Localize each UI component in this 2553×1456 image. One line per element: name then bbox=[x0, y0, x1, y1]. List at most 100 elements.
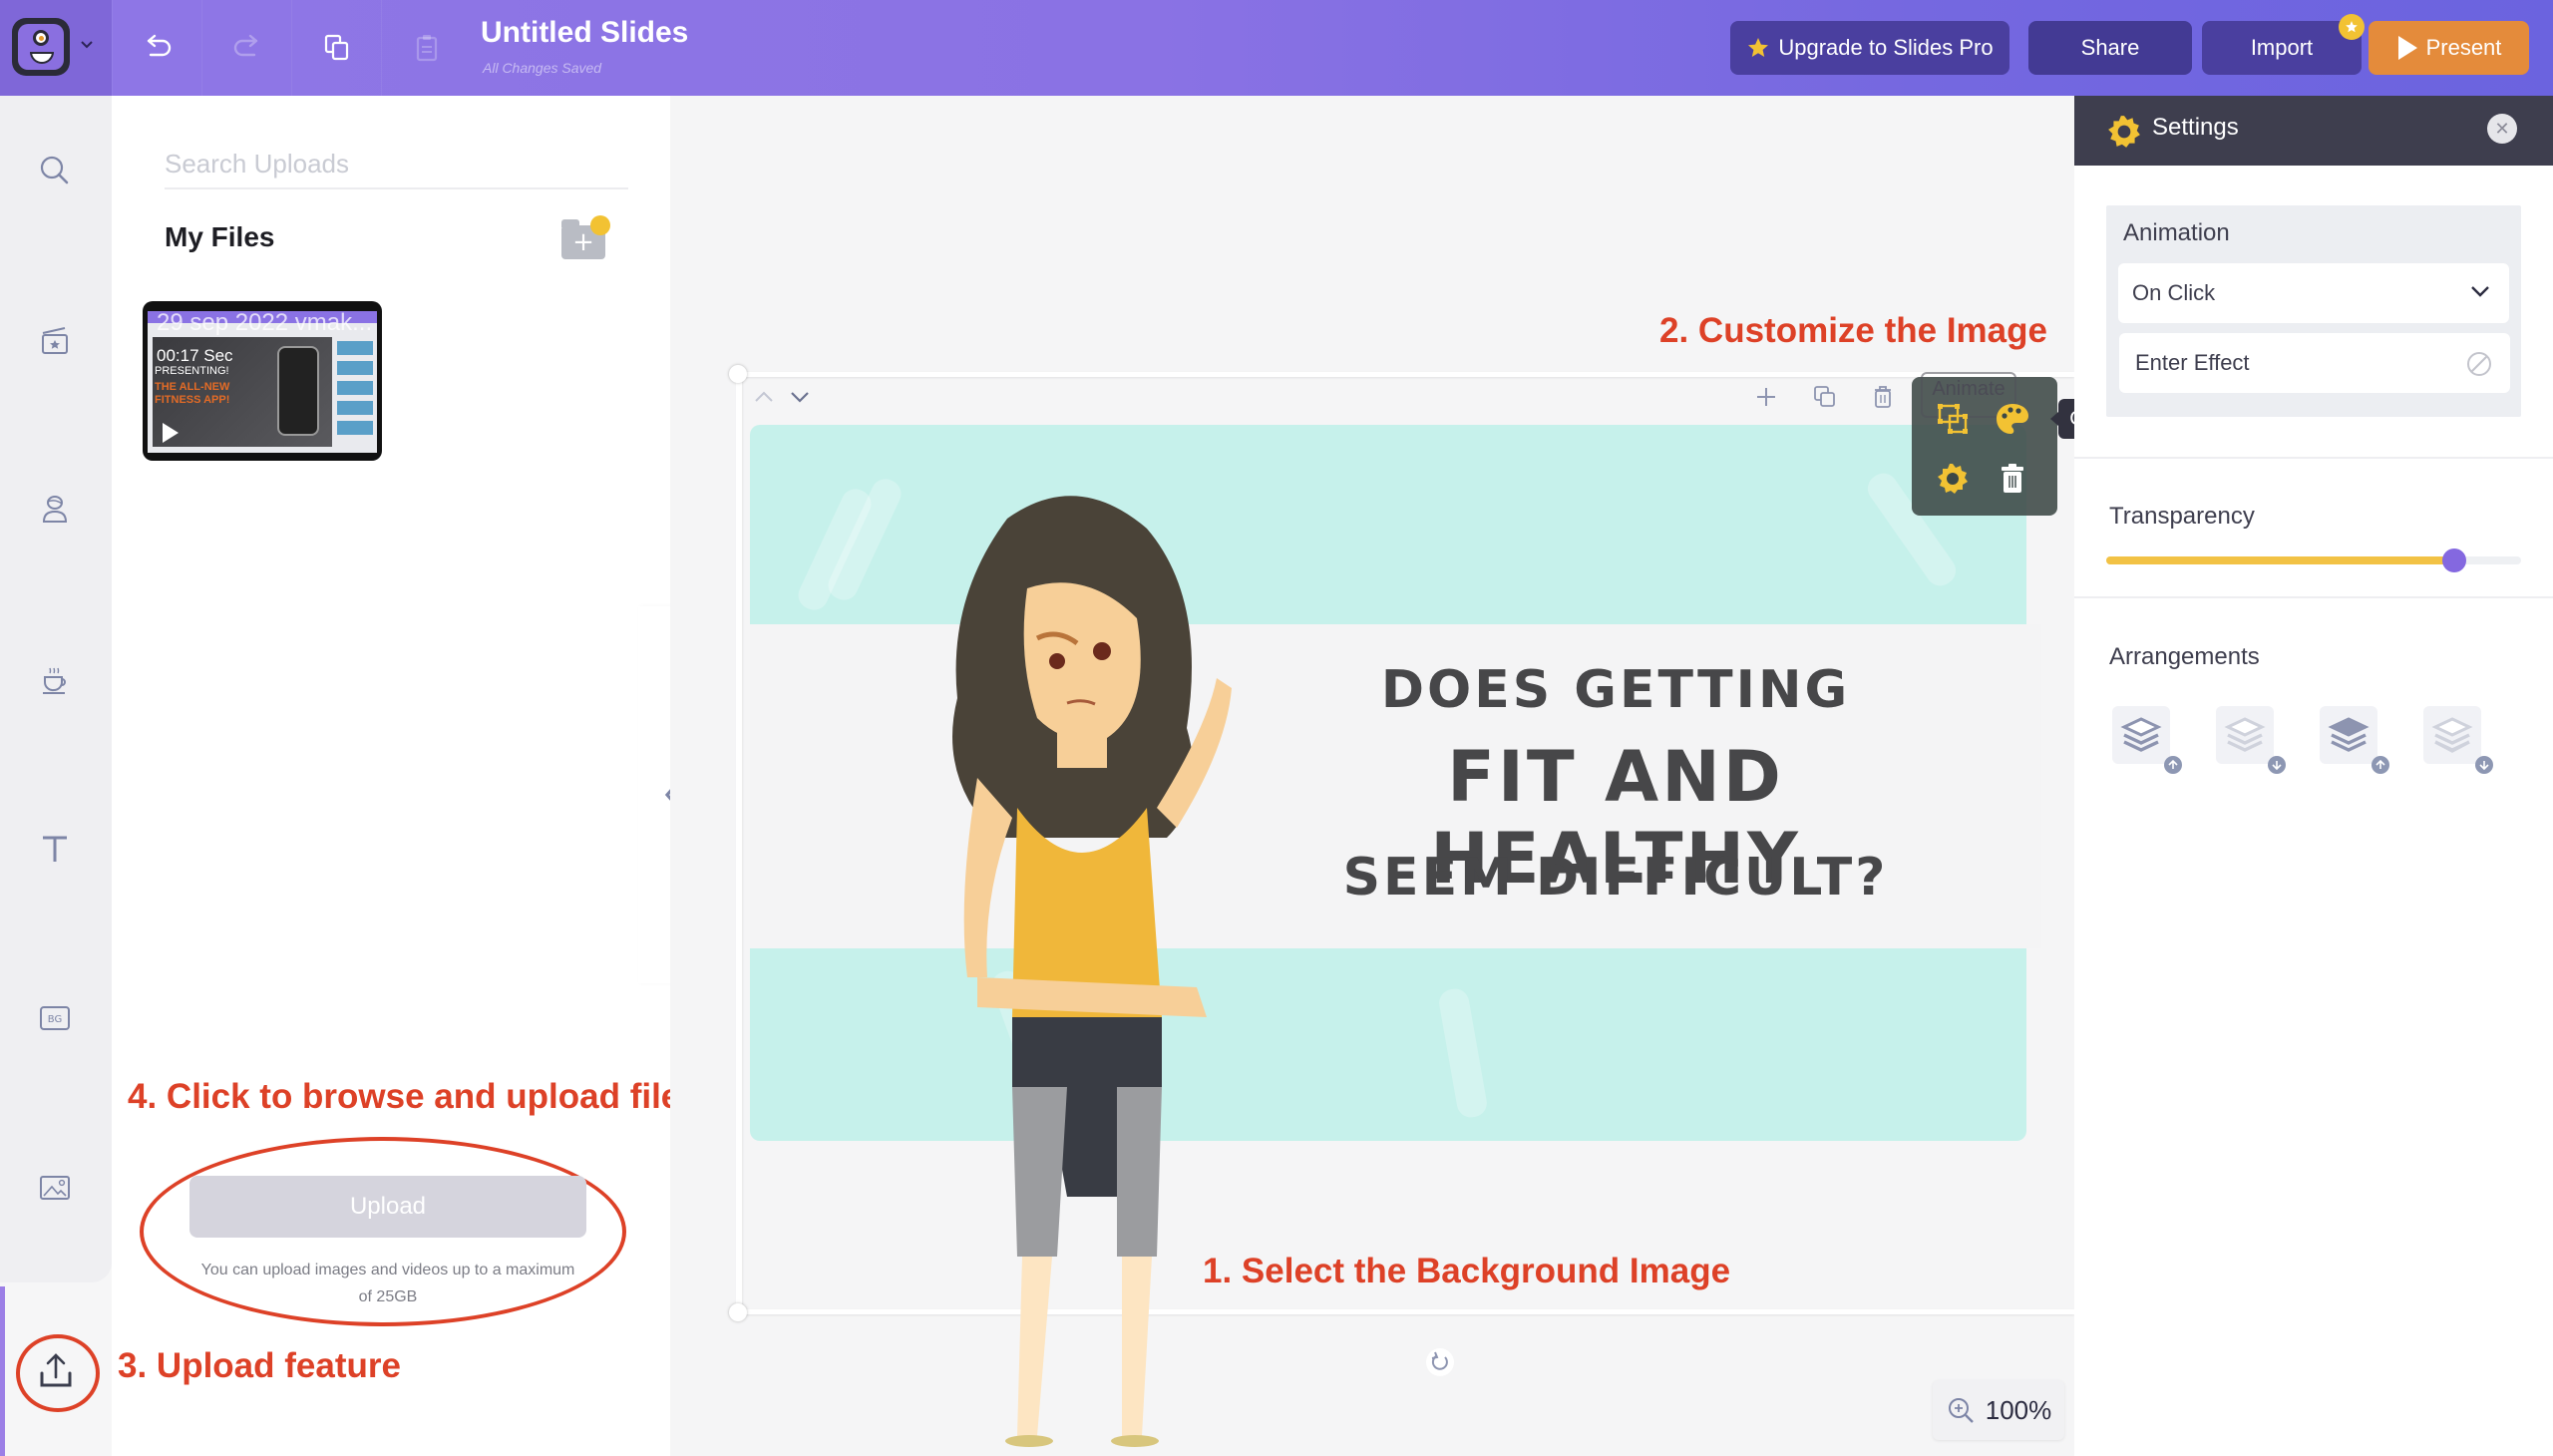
chevron-down-icon bbox=[2471, 286, 2489, 297]
file-thumbnail[interactable]: 29 sep 2022 vmak... 00:17 Sec PRESENTING… bbox=[143, 301, 382, 461]
selection-border bbox=[736, 374, 742, 1313]
settings-header: Settings bbox=[2074, 96, 2553, 166]
transparency-slider[interactable] bbox=[2106, 548, 2521, 572]
bring-to-front-button[interactable] bbox=[2320, 706, 2389, 774]
arrow-down-badge bbox=[2475, 756, 2493, 774]
rail-item-characters[interactable] bbox=[30, 485, 80, 535]
chevron-down-icon bbox=[81, 41, 93, 49]
rail-item-images[interactable] bbox=[30, 1163, 80, 1213]
character-arm bbox=[977, 977, 1207, 1017]
animation-trigger-value: On Click bbox=[2132, 280, 2216, 305]
upload-button[interactable]: Upload bbox=[189, 1176, 586, 1238]
paste-button[interactable] bbox=[381, 0, 471, 96]
text-icon bbox=[43, 836, 67, 862]
headline-line1[interactable]: DOES GETTING bbox=[1257, 660, 1975, 720]
tool-rail: BG bbox=[0, 96, 112, 1282]
arrangements-label: Arrangements bbox=[2109, 643, 2260, 670]
gear-icon bbox=[1938, 464, 1968, 494]
app-logo bbox=[12, 18, 70, 76]
divider bbox=[2074, 596, 2553, 598]
rotate-icon bbox=[1431, 1351, 1448, 1370]
rail-item-backgrounds[interactable]: BG bbox=[30, 993, 80, 1043]
add-element-button[interactable] bbox=[1748, 379, 1784, 415]
present-button[interactable]: Present bbox=[2369, 21, 2529, 75]
arrow-up-badge bbox=[2371, 756, 2389, 774]
layers-up-icon bbox=[2120, 717, 2162, 752]
animation-trigger-select[interactable]: On Click bbox=[2118, 263, 2509, 323]
preview-text: THE ALL-NEW FITNESS APP! bbox=[155, 381, 230, 406]
svg-text:BG: BG bbox=[48, 1014, 62, 1025]
play-icon bbox=[2397, 36, 2417, 60]
redo-button[interactable] bbox=[201, 0, 291, 96]
document-title[interactable]: Untitled Slides bbox=[481, 16, 688, 50]
send-backward-button[interactable] bbox=[2216, 706, 2286, 774]
save-status: All Changes Saved bbox=[483, 60, 602, 76]
chevron-down-icon bbox=[791, 392, 809, 403]
element-settings-button[interactable] bbox=[1933, 459, 1973, 499]
rail-item-text[interactable] bbox=[30, 824, 80, 874]
gear-icon bbox=[2108, 116, 2140, 148]
headline-line3[interactable]: SEEM DIFFICULT? bbox=[1257, 848, 1975, 908]
rail-item-props[interactable] bbox=[30, 654, 80, 704]
app-menu-button[interactable] bbox=[0, 0, 112, 96]
resize-handle[interactable] bbox=[729, 365, 747, 383]
trash-icon bbox=[2002, 464, 2023, 493]
character-shoe bbox=[1005, 1435, 1053, 1447]
import-button[interactable]: Import bbox=[2202, 21, 2362, 75]
active-indicator bbox=[0, 1286, 5, 1456]
layers-front-icon bbox=[2328, 717, 2370, 752]
person-icon bbox=[42, 496, 68, 523]
crop-button[interactable] bbox=[1933, 399, 1973, 439]
duplicate-element-button[interactable] bbox=[1807, 379, 1843, 415]
animation-label: Animation bbox=[2123, 219, 2230, 246]
share-button[interactable]: Share bbox=[2028, 21, 2192, 75]
chevron-up-icon bbox=[755, 391, 773, 402]
present-label: Present bbox=[2425, 35, 2502, 60]
divider bbox=[2074, 457, 2553, 459]
plus-icon bbox=[1757, 388, 1775, 406]
annotation-circle bbox=[16, 1334, 100, 1412]
resize-handle[interactable] bbox=[729, 1303, 747, 1321]
arrow-down-badge bbox=[2268, 756, 2286, 774]
trash-icon bbox=[1875, 386, 1891, 408]
enter-effect-label: Enter Effect bbox=[2135, 350, 2250, 375]
enter-effect-field[interactable]: Enter Effect bbox=[2119, 333, 2510, 393]
palette-icon bbox=[1997, 404, 2028, 434]
delete-element-button[interactable] bbox=[1865, 379, 1901, 415]
close-settings-button[interactable]: ✕ bbox=[2487, 114, 2517, 144]
duplicate-icon bbox=[1814, 386, 1835, 407]
rail-item-templates[interactable] bbox=[30, 315, 80, 365]
zoom-level: 100% bbox=[1985, 1394, 2052, 1425]
duplicate-button[interactable] bbox=[291, 0, 381, 96]
move-down-button[interactable] bbox=[786, 383, 814, 411]
change-color-button[interactable] bbox=[1993, 399, 2032, 439]
rotate-handle[interactable] bbox=[1426, 1348, 1454, 1376]
pro-star-badge bbox=[590, 215, 610, 235]
annotation-step1: 1. Select the Background Image bbox=[1203, 1252, 1731, 1290]
annotation-step2: 2. Customize the Image bbox=[1659, 311, 2047, 350]
upgrade-button[interactable]: Upgrade to Slides Pro bbox=[1730, 21, 2009, 75]
annotation-step3: 3. Upload feature bbox=[118, 1346, 401, 1385]
character-legs bbox=[1017, 1257, 1152, 1436]
undo-button[interactable] bbox=[112, 0, 201, 96]
bring-forward-button[interactable] bbox=[2112, 706, 2182, 774]
zoom-control[interactable]: 100% bbox=[1933, 1380, 2064, 1440]
bg-icon: BG bbox=[40, 1006, 70, 1030]
search-uploads-input[interactable] bbox=[165, 140, 628, 189]
send-to-back-button[interactable] bbox=[2423, 706, 2493, 774]
none-icon bbox=[2467, 352, 2491, 376]
delete-button[interactable] bbox=[1993, 459, 2032, 499]
character-illustration[interactable] bbox=[917, 479, 1276, 1456]
move-up-button[interactable] bbox=[750, 383, 778, 411]
rail-item-search[interactable] bbox=[30, 146, 80, 195]
upgrade-label: Upgrade to Slides Pro bbox=[1778, 35, 1994, 60]
coffee-cup-icon bbox=[43, 667, 66, 694]
star-icon bbox=[1748, 38, 1769, 57]
play-icon bbox=[163, 423, 179, 443]
transparency-label: Transparency bbox=[2109, 503, 2255, 530]
slider-fill bbox=[2106, 556, 2455, 564]
character-neck bbox=[1057, 728, 1107, 768]
image-icon bbox=[40, 1176, 70, 1200]
phone-graphic bbox=[277, 346, 319, 436]
annotation-step4: 4. Click to browse and upload files bbox=[128, 1077, 700, 1116]
